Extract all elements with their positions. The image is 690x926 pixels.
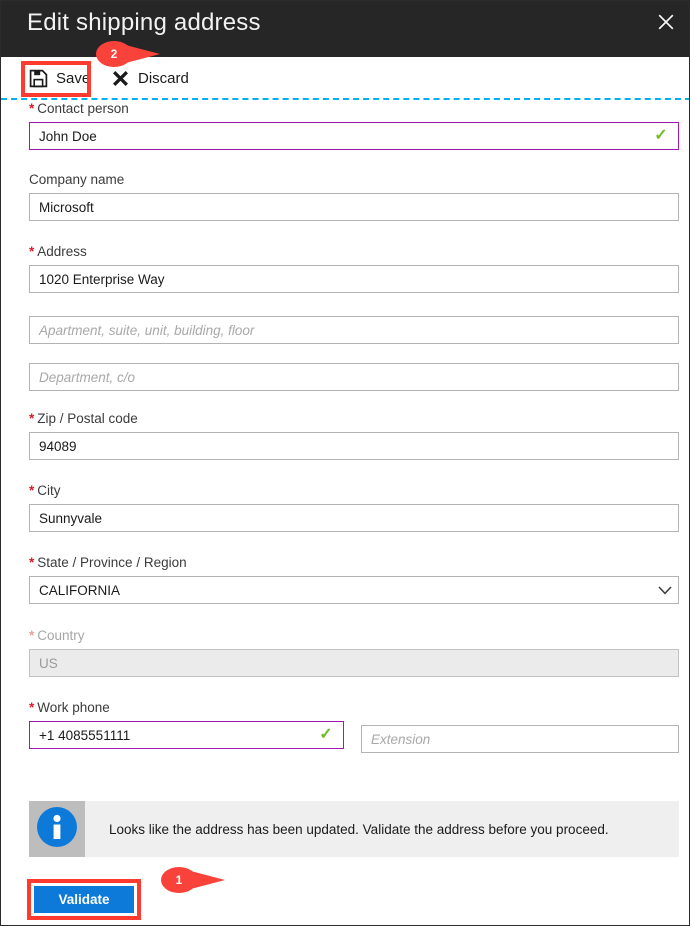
label-company-name: Company name	[29, 172, 125, 187]
required-asterisk: *	[29, 244, 35, 259]
input-work-phone[interactable]: +1 4085551111 ✓	[29, 721, 344, 749]
save-button[interactable]: Save	[29, 63, 90, 93]
field-state-province-region: * State / Province / Region CALIFORNIA	[29, 555, 679, 604]
valid-check-icon: ✓	[654, 127, 668, 144]
required-asterisk: *	[29, 628, 35, 643]
dialog-titlebar: Edit shipping address	[1, 1, 689, 57]
field-zip-postal-code: * Zip / Postal code 94089	[29, 411, 679, 460]
label-city: * City	[29, 483, 61, 498]
info-circle-icon	[36, 806, 78, 853]
field-contact-person: * Contact person John Doe ✓	[29, 101, 679, 150]
select-value: CALIFORNIA	[39, 582, 121, 598]
required-asterisk: *	[29, 700, 35, 715]
input-value: 94089	[39, 438, 77, 454]
input-value: US	[39, 655, 58, 671]
callout-bubble	[161, 867, 197, 893]
required-asterisk: *	[29, 411, 35, 426]
input-placeholder: Extension	[371, 731, 431, 747]
field-country: * Country US	[29, 628, 679, 677]
label-address: * Address	[29, 244, 87, 259]
input-placeholder: Department, c/o	[39, 369, 136, 385]
close-icon	[657, 13, 675, 31]
toolbar-separator	[1, 98, 689, 100]
input-zip-postal-code[interactable]: 94089	[29, 432, 679, 460]
save-floppy-icon	[29, 69, 48, 88]
input-company-name[interactable]: Microsoft	[29, 193, 679, 221]
callout-tail	[187, 870, 225, 890]
field-extension: Extension	[361, 725, 679, 753]
select-state-province-region[interactable]: CALIFORNIA	[29, 576, 679, 604]
close-x-icon	[111, 69, 130, 88]
info-banner: Looks like the address has been updated.…	[29, 801, 679, 857]
required-asterisk: *	[29, 483, 35, 498]
label-state-province-region: * State / Province / Region	[29, 555, 187, 570]
input-value: +1 4085551111	[39, 727, 131, 743]
valid-check-icon: ✓	[319, 726, 333, 743]
validate-button[interactable]: Validate	[34, 886, 134, 913]
field-department: Department, c/o	[29, 363, 679, 391]
input-value: 1020 Enterprise Way	[39, 271, 165, 287]
label-zip-postal-code: * Zip / Postal code	[29, 411, 138, 426]
required-asterisk: *	[29, 555, 35, 570]
page-title: Edit shipping address	[27, 9, 261, 36]
field-address-line-2: Apartment, suite, unit, building, floor	[29, 316, 679, 344]
input-country: US	[29, 649, 679, 677]
save-label: Save	[56, 69, 91, 87]
info-banner-message: Looks like the address has been updated.…	[109, 821, 609, 837]
input-contact-person[interactable]: John Doe ✓	[29, 122, 679, 150]
required-asterisk: *	[29, 101, 35, 116]
close-button[interactable]	[647, 5, 685, 39]
command-toolbar: Save Discard	[1, 57, 689, 99]
label-work-phone: * Work phone	[29, 700, 110, 715]
discard-label: Discard	[138, 69, 189, 87]
field-company-name: Company name Microsoft	[29, 172, 679, 221]
info-icon-container	[29, 801, 85, 857]
field-city: * City Sunnyvale	[29, 483, 679, 532]
annotation-callout-1: 1	[161, 867, 227, 893]
input-value: John Doe	[39, 128, 97, 144]
input-address[interactable]: 1020 Enterprise Way	[29, 265, 679, 293]
input-placeholder: Apartment, suite, unit, building, floor	[39, 322, 255, 338]
input-address-line-2[interactable]: Apartment, suite, unit, building, floor	[29, 316, 679, 344]
input-department[interactable]: Department, c/o	[29, 363, 679, 391]
input-extension[interactable]: Extension	[361, 725, 679, 753]
field-address: * Address 1020 Enterprise Way	[29, 244, 679, 293]
chevron-down-icon[interactable]	[652, 585, 678, 595]
edit-shipping-address-dialog: Edit shipping address Save Discard * Con…	[0, 0, 690, 926]
discard-button[interactable]: Discard	[111, 63, 189, 93]
label-contact-person: * Contact person	[29, 101, 129, 116]
input-value: Microsoft	[39, 199, 94, 215]
callout-number: 1	[175, 873, 183, 887]
input-city[interactable]: Sunnyvale	[29, 504, 679, 532]
input-value: Sunnyvale	[39, 510, 103, 526]
label-country: * Country	[29, 628, 85, 643]
